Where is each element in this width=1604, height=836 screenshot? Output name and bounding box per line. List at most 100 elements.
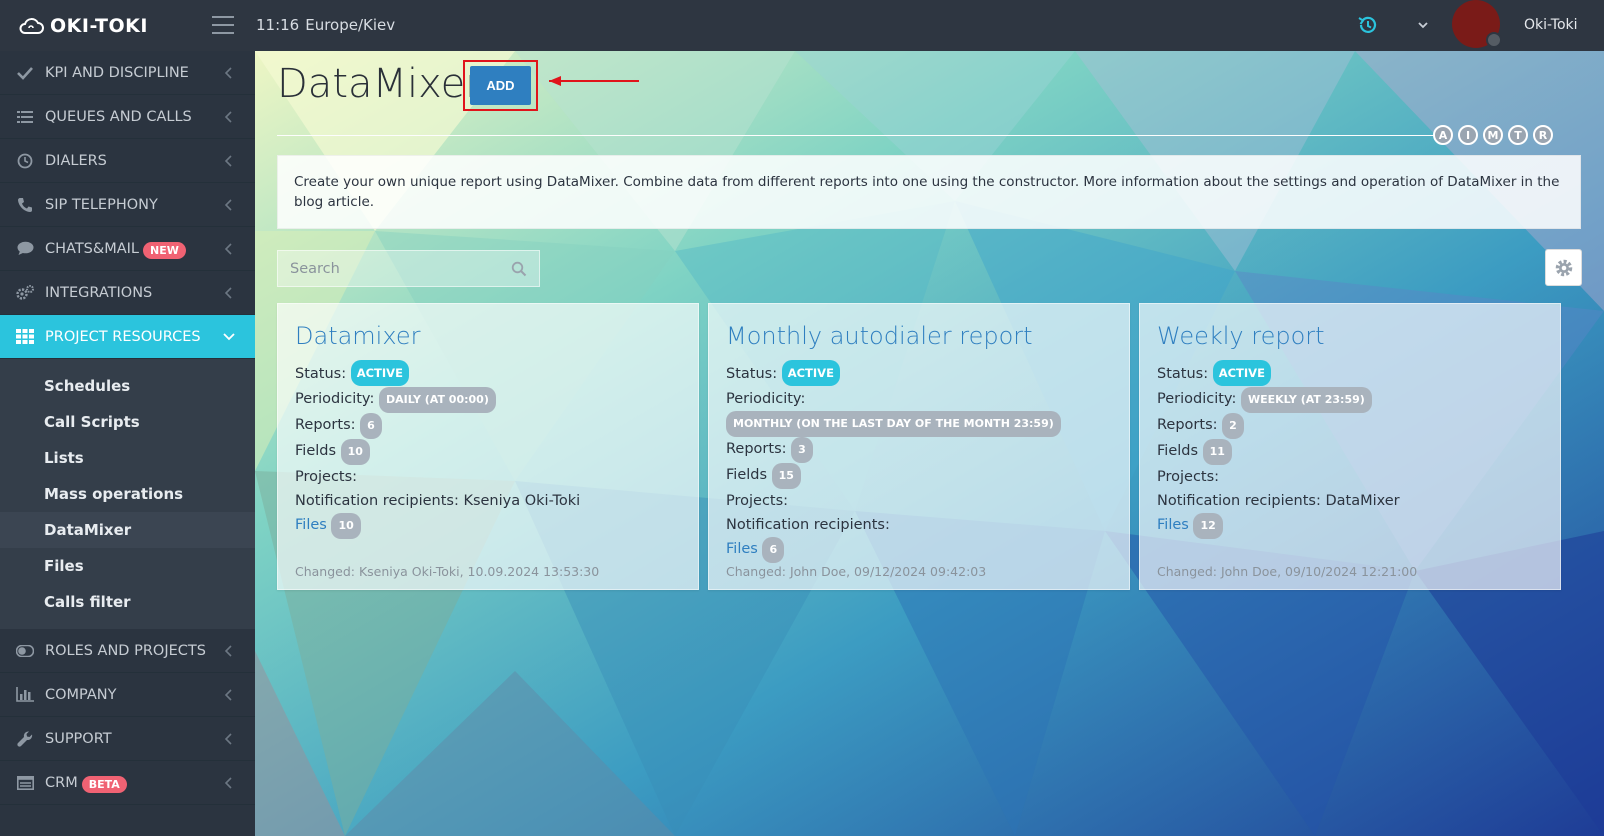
report-card: Weekly report Status: ACTIVE Periodicity… xyxy=(1139,303,1561,590)
recipients-value: Kseniya Oki-Toki xyxy=(463,493,581,509)
card-title[interactable]: Weekly report xyxy=(1157,322,1543,350)
chevron-left-icon xyxy=(225,287,232,299)
page-title: DataMixer xyxy=(277,61,482,107)
submenu-item-files[interactable]: Files xyxy=(0,548,255,584)
submenu-item-mass-operations[interactable]: Mass operations xyxy=(0,476,255,512)
projects-row: Projects: xyxy=(726,493,789,509)
chevron-left-icon xyxy=(225,111,232,123)
history-icon[interactable] xyxy=(1356,14,1378,36)
reports-row: Reports: 2 xyxy=(1157,413,1543,439)
periodicity-badge: DAILY (AT 00:00) xyxy=(378,387,496,413)
reports-count: 3 xyxy=(791,437,813,463)
submenu-item-lists[interactable]: Lists xyxy=(0,440,255,476)
search-input[interactable] xyxy=(278,251,539,286)
timezone: Europe/Kiev xyxy=(305,16,396,34)
settings-button[interactable] xyxy=(1545,249,1582,286)
reports-row: Reports: 6 xyxy=(295,413,681,439)
report-card: Monthly autodialer report Status: ACTIVE… xyxy=(708,303,1130,590)
current-time: 11:16 xyxy=(256,16,300,34)
circle-a[interactable]: A xyxy=(1433,125,1453,145)
chevron-left-icon xyxy=(225,155,232,167)
sidebar-item-kpi[interactable]: KPI AND DISCIPLINE xyxy=(0,51,255,95)
report-card: Datamixer Status: ACTIVE Periodicity: DA… xyxy=(277,303,699,590)
periodicity-row: Periodicity: xyxy=(726,391,806,407)
sidebar-item-label: DIALERS xyxy=(45,152,107,169)
recipients-row: Notification recipients: Kseniya Oki-Tok… xyxy=(295,489,681,513)
username[interactable]: Oki-Toki xyxy=(1524,17,1578,33)
view-switcher: A I M T R xyxy=(1433,125,1553,145)
sidebar-item-label: INTEGRATIONS xyxy=(45,284,153,301)
search-box xyxy=(277,250,540,287)
recipients-value: DataMixer xyxy=(1325,493,1400,509)
project-resources-submenu: Schedules Call Scripts Lists Mass operat… xyxy=(0,359,255,629)
reports-label: Reports: xyxy=(726,441,787,457)
changed-info: Changed: John Doe, 09/10/2024 12:21:00 xyxy=(1157,564,1418,579)
add-button[interactable]: ADD xyxy=(470,66,531,105)
sidebar-item-integrations[interactable]: INTEGRATIONS xyxy=(0,271,255,315)
submenu-item-schedules[interactable]: Schedules xyxy=(0,368,255,404)
chevron-left-icon xyxy=(225,733,232,745)
sidebar-item-dialers[interactable]: DIALERS xyxy=(0,139,255,183)
status-badge: ACTIVE xyxy=(781,360,840,386)
files-count: 12 xyxy=(1193,513,1223,539)
reports-label: Reports: xyxy=(295,417,356,433)
status-dot xyxy=(1486,32,1502,48)
search-icon[interactable] xyxy=(511,261,527,277)
submenu-item-calls-filter[interactable]: Calls filter xyxy=(0,584,255,620)
avatar[interactable] xyxy=(1452,0,1502,48)
card-title[interactable]: Monthly autodialer report xyxy=(726,322,1112,350)
toggle-icon xyxy=(16,642,34,660)
sidebar-item-company[interactable]: COMPANY xyxy=(0,673,255,717)
status-badge: ACTIVE xyxy=(1212,360,1271,386)
sidebar-item-crm[interactable]: CRM BETA xyxy=(0,761,255,805)
fields-label: Fields xyxy=(295,443,337,459)
fields-row: Fields 11 xyxy=(1157,439,1543,465)
sidebar-item-label: SUPPORT xyxy=(45,730,112,747)
reports-count: 6 xyxy=(360,413,382,439)
recipients-label: Notification recipients: xyxy=(726,517,890,533)
sidebar-item-label: COMPANY xyxy=(45,686,117,703)
sidebar-item-queues[interactable]: QUEUES AND CALLS xyxy=(0,95,255,139)
chevron-down-icon[interactable] xyxy=(1418,20,1428,30)
sidebar-item-project-resources[interactable]: PROJECT RESOURCES xyxy=(0,315,255,359)
chevron-left-icon xyxy=(225,67,232,79)
sidebar-item-label: PROJECT RESOURCES xyxy=(45,328,201,345)
status-badge: ACTIVE xyxy=(350,360,409,386)
status-label: Status: xyxy=(726,366,778,382)
sidebar-item-label: QUEUES AND CALLS xyxy=(45,108,192,125)
fields-label: Fields xyxy=(726,467,768,483)
title-divider xyxy=(277,135,1447,136)
periodicity-label: Periodicity: xyxy=(1157,391,1237,407)
status-label: Status: xyxy=(295,366,347,382)
fields-row: Fields 10 xyxy=(295,439,681,465)
cogs-icon xyxy=(16,284,34,302)
reports-row: Reports: 3 xyxy=(726,437,1112,463)
files-link[interactable]: Files xyxy=(726,541,758,557)
chevron-down-icon xyxy=(223,333,235,341)
sidebar-item-support[interactable]: SUPPORT xyxy=(0,717,255,761)
submenu-item-datamixer[interactable]: DataMixer xyxy=(0,512,255,548)
files-link[interactable]: Files xyxy=(295,517,327,533)
card-title[interactable]: Datamixer xyxy=(295,322,681,350)
circle-t[interactable]: T xyxy=(1508,125,1528,145)
periodicity-badge: MONTHLY (ON THE LAST DAY OF THE MONTH 23… xyxy=(726,411,1061,437)
sidebar-item-chats-mail[interactable]: CHATS&MAIL NEW xyxy=(0,227,255,271)
submenu-item-call-scripts[interactable]: Call Scripts xyxy=(0,404,255,440)
circle-m[interactable]: M xyxy=(1483,125,1503,145)
recipients-row: Notification recipients: xyxy=(726,513,1112,537)
circle-i[interactable]: I xyxy=(1458,125,1478,145)
circle-r[interactable]: R xyxy=(1533,125,1553,145)
hamburger-menu-icon[interactable] xyxy=(212,16,234,34)
grid-icon xyxy=(16,328,34,346)
sidebar-item-label: ROLES AND PROJECTS xyxy=(45,642,206,659)
files-row: Files 12 xyxy=(1157,513,1543,539)
files-link[interactable]: Files xyxy=(1157,517,1189,533)
sidebar-item-roles-projects[interactable]: ROLES AND PROJECTS xyxy=(0,629,255,673)
chevron-left-icon xyxy=(225,243,232,255)
sidebar-item-label: SIP TELEPHONY xyxy=(45,196,158,213)
fields-count: 10 xyxy=(340,439,370,465)
files-row: Files 10 xyxy=(295,513,681,539)
sidebar-item-sip[interactable]: SIP TELEPHONY xyxy=(0,183,255,227)
status-row: Status: ACTIVE xyxy=(726,360,1112,387)
reports-label: Reports: xyxy=(1157,417,1218,433)
